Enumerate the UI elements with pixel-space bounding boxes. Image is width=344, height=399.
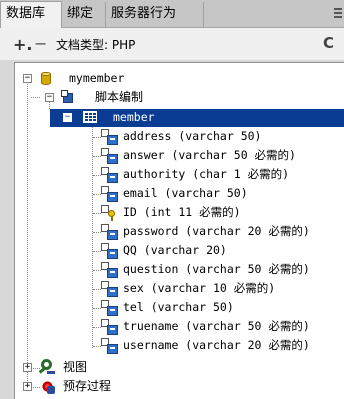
column-icon — [101, 262, 119, 278]
toolbar: +. − 文档类型: PHP C — [0, 28, 344, 60]
tree-item-column[interactable]: username (varchar 20 必需的) — [15, 336, 344, 355]
panel-tab-strip: 数据库 绑定 服务器行为 — [0, 0, 344, 29]
script-icon — [61, 90, 77, 104]
expand-toggle[interactable]: + — [23, 382, 32, 391]
tree-item-table[interactable]: − member — [15, 108, 344, 127]
column-label: sex (varchar 10 必需的) — [123, 281, 276, 295]
tree-item-database[interactable]: − mymember — [15, 69, 344, 88]
column-icon — [101, 281, 119, 297]
column-icon — [101, 186, 119, 202]
tree-item-column[interactable]: truename (varchar 50 必需的) — [15, 317, 344, 336]
tree-line — [93, 194, 101, 195]
table-icon — [83, 111, 97, 123]
add-button[interactable]: +. — [13, 35, 32, 54]
tree-item-column[interactable]: question (varchar 50 必需的) — [15, 260, 344, 279]
tab-database[interactable]: 数据库 — [0, 1, 62, 29]
tree-item-procedures[interactable]: + 预存过程 — [15, 377, 344, 396]
tree-line — [93, 308, 101, 309]
script-name: 脚本编制 — [95, 90, 144, 104]
tree-item-column[interactable]: answer (varchar 50 必需的) — [15, 146, 344, 165]
column-icon — [101, 243, 119, 259]
column-label: ID (int 11 必需的) — [123, 205, 241, 219]
tree-item-column[interactable]: address (varchar 50) — [15, 127, 344, 146]
expand-toggle[interactable]: + — [23, 363, 32, 372]
database-icon — [39, 71, 53, 85]
procedures-name: 预存过程 — [63, 379, 112, 393]
tree-item-column[interactable]: sex (varchar 10 必需的) — [15, 279, 344, 298]
database-tree[interactable]: − mymember − 脚本编制 − member address (varc… — [14, 62, 344, 399]
tab-server-behaviors[interactable]: 服务器行为 — [106, 2, 204, 28]
primary-key-icon — [101, 205, 119, 221]
tree-line — [93, 137, 101, 138]
column-icon — [101, 148, 119, 164]
column-label: answer (varchar 50 必需的) — [123, 148, 296, 162]
tree-line — [93, 213, 101, 214]
tree-item-column[interactable]: authority (char 1 必需的) — [15, 165, 344, 184]
tree-item-column-primary-key[interactable]: ID (int 11 必需的) — [15, 203, 344, 222]
column-label: tel (varchar 50) — [123, 300, 234, 314]
tree-item-column[interactable]: tel (varchar 50) — [15, 298, 344, 317]
tree-item-column[interactable]: email (varchar 50) — [15, 184, 344, 203]
column-label: email (varchar 50) — [123, 186, 248, 200]
column-label: question (varchar 50 必需的) — [123, 262, 310, 276]
tree-line — [93, 175, 101, 176]
column-icon — [101, 338, 119, 354]
collapse-toggle[interactable]: − — [63, 113, 72, 122]
tree-line — [93, 270, 101, 271]
tree-line — [93, 289, 101, 290]
tree-line — [93, 327, 101, 328]
view-icon — [38, 359, 57, 375]
tree-item-column[interactable]: QQ (varchar 20) — [15, 241, 344, 260]
column-icon — [101, 129, 119, 145]
column-label: password (varchar 20 必需的) — [123, 224, 310, 238]
doctype-label: 文档类型: PHP — [56, 38, 136, 52]
refresh-button[interactable]: C — [323, 34, 334, 52]
column-label: truename (varchar 50 必需的) — [123, 319, 310, 333]
remove-button[interactable]: − — [34, 34, 47, 53]
tree-item-views[interactable]: + 视图 — [15, 358, 344, 377]
table-name: member — [113, 110, 155, 124]
tree-item-script[interactable]: − 脚本编制 — [15, 88, 344, 107]
column-icon — [101, 224, 119, 240]
tree-line — [93, 251, 101, 252]
stored-procedure-icon — [39, 378, 57, 394]
tree-line — [93, 232, 101, 233]
tree-line — [93, 156, 101, 157]
column-label: address (varchar 50) — [123, 129, 262, 143]
tree-line — [93, 346, 101, 347]
column-icon — [101, 300, 119, 316]
panel-menu-icon[interactable] — [330, 6, 342, 20]
database-name: mymember — [69, 71, 125, 85]
column-icon — [101, 167, 119, 183]
tab-bindings[interactable]: 绑定 — [62, 2, 106, 28]
column-icon — [101, 319, 119, 335]
views-name: 视图 — [63, 360, 88, 374]
column-label: username (varchar 20 必需的) — [123, 338, 310, 352]
column-label: QQ (varchar 20) — [123, 243, 227, 257]
tree-item-column[interactable]: password (varchar 20 必需的) — [15, 222, 344, 241]
collapse-toggle[interactable]: − — [45, 93, 54, 102]
column-label: authority (char 1 必需的) — [123, 167, 290, 181]
collapse-toggle[interactable]: − — [23, 74, 32, 83]
